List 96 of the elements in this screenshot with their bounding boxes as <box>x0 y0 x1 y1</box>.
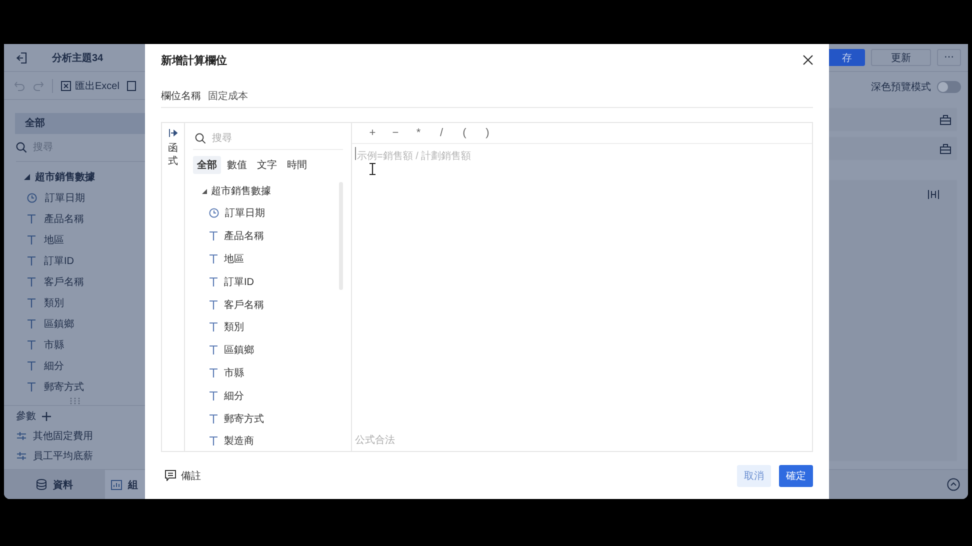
text-type-icon <box>27 234 36 244</box>
function-tab[interactable]: 函式 <box>162 123 185 451</box>
operator-button[interactable]: / <box>433 127 450 139</box>
parameter-icon <box>16 451 27 461</box>
note-button[interactable]: 備註 <box>161 468 201 482</box>
field-item[interactable]: 細分 <box>224 388 244 403</box>
chart-icon <box>111 480 122 490</box>
cancel-button[interactable]: 取消 <box>737 464 771 486</box>
field-item[interactable]: 類別 <box>224 320 244 334</box>
text-type-icon <box>209 300 218 310</box>
dark-preview-label: 深色預覽模式 <box>871 80 931 94</box>
field-item[interactable]: 客戶名稱 <box>44 274 84 288</box>
expand-triangle-icon[interactable] <box>202 188 207 194</box>
text-type-icon <box>27 276 36 286</box>
dataset-node[interactable]: 超市銷售數據 <box>193 180 351 202</box>
field-item[interactable]: 類別 <box>44 296 64 310</box>
operator-button[interactable]: ( <box>456 127 473 139</box>
export-excel-button[interactable]: 匯出Excel <box>61 78 120 92</box>
field-search[interactable]: 搜尋 <box>212 132 302 144</box>
field-item[interactable]: 製造商 <box>224 434 254 448</box>
dialog-title: 新增計算欄位 <box>161 54 227 68</box>
field-item[interactable]: 客戶名稱 <box>224 298 264 312</box>
close-icon[interactable] <box>803 55 813 65</box>
briefcase-icon[interactable] <box>940 114 951 124</box>
briefcase-icon[interactable] <box>940 144 951 154</box>
dataset-node[interactable]: 超市銷售數據 <box>4 166 145 187</box>
text-cursor-icon <box>369 163 376 175</box>
formula-panel[interactable]: 函式 搜尋 全部 數值 文字 時間 超市銷售數據 訂單日期 產品名稱 地區 訂單ID 客戶名稱 類別 區鎮鄉 市縣 細分 郵寄方式 製造商 + − * / ( ) 示例=銷售額 / 計劃銷售額 公式合法 <box>161 122 813 452</box>
text-type-icon <box>209 390 218 401</box>
field-item[interactable]: 郵寄方式 <box>44 380 84 394</box>
text-type-icon <box>209 276 218 287</box>
search-icon[interactable] <box>16 142 27 153</box>
parameter-item[interactable]: 其他固定費用 <box>33 429 93 443</box>
text-type-icon <box>209 414 218 424</box>
type-tab[interactable]: 時間 <box>283 156 311 174</box>
bottom-tab[interactable]: 組 <box>105 470 145 499</box>
bottom-tab[interactable]: 資料 <box>4 470 105 499</box>
text-type-icon <box>27 256 36 266</box>
header-button[interactable]: 更新 <box>871 49 931 66</box>
field-item[interactable]: 產品名稱 <box>224 229 264 244</box>
columns-icon[interactable] <box>928 190 939 199</box>
text-type-icon <box>209 345 218 356</box>
formula-status: 公式合法 <box>354 434 396 448</box>
clock-icon <box>27 192 37 202</box>
excel-icon <box>61 80 71 90</box>
database-icon <box>36 479 47 490</box>
operator-button[interactable]: − <box>387 127 404 139</box>
field-name-label: 欄位名稱 <box>161 90 202 103</box>
exit-icon[interactable] <box>16 52 28 64</box>
search-icon[interactable] <box>195 132 206 144</box>
type-tab[interactable]: 文字 <box>253 156 281 174</box>
parameter-icon <box>16 431 27 441</box>
dark-preview-toggle[interactable] <box>937 81 961 93</box>
text-type-icon <box>209 322 218 332</box>
add-icon[interactable] <box>42 412 51 420</box>
field-item[interactable]: 地區 <box>224 252 244 266</box>
field-item[interactable]: 市縣 <box>224 366 244 380</box>
field-item[interactable]: 細分 <box>44 358 64 372</box>
project-title: 分析主題34 <box>52 51 104 64</box>
operator-button[interactable]: ) <box>479 127 496 139</box>
expand-triangle-icon[interactable] <box>24 174 30 180</box>
field-item[interactable]: 區鎮鄉 <box>224 343 254 358</box>
comment-icon <box>165 470 176 481</box>
arrow-icon <box>168 129 178 137</box>
collapse-icon[interactable] <box>947 478 960 491</box>
operator-button[interactable]: + <box>364 127 381 139</box>
sidebar-tab[interactable]: 全部 <box>15 113 145 134</box>
field-item[interactable]: 區鎮鄉 <box>44 316 74 330</box>
text-type-icon <box>27 340 36 350</box>
save-button[interactable]: 存 <box>829 49 865 66</box>
text-type-icon <box>27 318 36 328</box>
text-type-icon <box>209 368 218 378</box>
text-type-icon <box>27 382 36 392</box>
text-type-icon <box>27 214 36 224</box>
type-tab[interactable]: 數值 <box>223 156 251 174</box>
field-item[interactable]: 訂單ID <box>224 274 254 289</box>
field-item[interactable]: 訂單日期 <box>225 206 265 220</box>
drag-handle-icon[interactable] <box>70 397 80 405</box>
field-item[interactable]: 地區 <box>44 232 64 246</box>
header-button[interactable]: ⋯ <box>937 49 961 66</box>
field-item[interactable]: 郵寄方式 <box>224 412 264 426</box>
operator-button[interactable]: * <box>410 127 427 139</box>
text-type-icon <box>209 231 218 242</box>
clock-icon <box>209 208 219 218</box>
text-type-icon <box>209 436 218 446</box>
params-label: 參數 <box>16 410 36 423</box>
field-item[interactable]: 訂單日期 <box>45 190 85 204</box>
text-type-icon <box>209 254 218 264</box>
type-tab[interactable]: 全部 <box>193 156 221 174</box>
confirm-button[interactable]: 確定 <box>779 464 813 486</box>
text-type-icon <box>27 360 36 370</box>
field-item[interactable]: 市縣 <box>44 338 64 352</box>
parameter-item[interactable]: 員工平均底薪 <box>33 449 93 463</box>
field-item[interactable]: 訂單ID <box>44 254 74 268</box>
text-type-icon <box>27 298 36 308</box>
field-item[interactable]: 產品名稱 <box>44 212 84 226</box>
